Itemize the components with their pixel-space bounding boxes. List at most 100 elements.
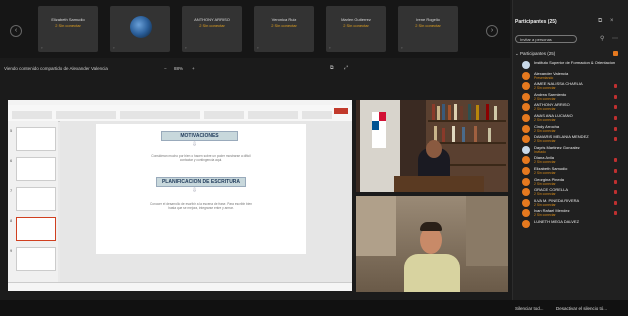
mic-off-icon: ▫	[329, 45, 331, 50]
zoom-in-icon[interactable]: +	[192, 66, 195, 71]
participants-section-header[interactable]: ⌄ Participantes (25)	[515, 51, 555, 57]
slide-thumbnail-selected[interactable]: 8	[10, 217, 56, 241]
mic-off-icon	[614, 211, 617, 216]
share-button[interactable]	[334, 108, 348, 114]
list-item[interactable]: ANAS ANA LUCIANO 2 Sin conectar	[515, 113, 623, 124]
list-item[interactable]: Georgina Pineda 2 Sin conectar	[515, 177, 623, 188]
list-item[interactable]: Instituto Superior de Formacion & Orient…	[515, 60, 623, 71]
tile-name: ANTHONY ARRISO	[194, 17, 230, 22]
ribbon-group	[302, 111, 332, 119]
tile-status: 2 Sin conectar	[343, 23, 369, 28]
video-presenter	[356, 100, 508, 192]
participant-tile[interactable]: ▫	[110, 6, 170, 52]
list-item[interactable]: AIMEE NALISSA CHARLIA 2 Sin conectar	[515, 81, 623, 92]
hand-raise-icon[interactable]	[613, 51, 618, 56]
list-item[interactable]: DAMARIS MELANIA MENDEZ 2 Sin conectar	[515, 134, 623, 145]
mic-off-icon	[614, 137, 617, 142]
share-invite-icon[interactable]: ⚲	[600, 35, 604, 42]
tile-status: 2 Sin conectar	[55, 23, 81, 28]
mic-off-icon: ▫	[257, 45, 259, 50]
avatar	[522, 145, 530, 154]
list-item[interactable]: Cindy Arrocha 2 Sin conectar	[515, 124, 623, 135]
list-item[interactable]: LUNETH MEGA DALVEZ	[515, 219, 623, 230]
panel-title: Participantes (25)	[515, 19, 557, 25]
pop-out-icon[interactable]: ⧉	[330, 65, 334, 71]
ribbon-group	[120, 111, 200, 119]
video-participant	[356, 196, 508, 292]
close-icon[interactable]: ×	[610, 18, 614, 24]
invite-input[interactable]: Invitar a personas	[515, 35, 577, 43]
slide-heading: MOTIVACIONES	[161, 131, 238, 141]
participant-tile[interactable]: ANTHONY ARRISO 2 Sin conectar ▫	[182, 6, 242, 52]
participant-tile[interactable]: Elizabeth Samudio 2 Sin conectar ▫	[38, 6, 98, 52]
slide-paragraph: Conocer el desarrollo de escribir a la e…	[149, 202, 253, 210]
avatar	[522, 219, 530, 228]
tile-name: Elizabeth Samudio	[51, 17, 85, 22]
mic-off-icon	[614, 126, 617, 131]
mute-all-button[interactable]: Silenciar tod...	[515, 306, 544, 311]
arrow-down-icon: ⇩	[192, 188, 198, 194]
tile-status: 2 Sin conectar	[271, 23, 297, 28]
share-label: Viendo contenido compartido de Alexander…	[4, 66, 108, 71]
avatar	[522, 71, 530, 80]
more-icon[interactable]: ⋯	[612, 35, 618, 42]
avatar	[522, 209, 530, 218]
tile-status: 2 Sin conectar	[415, 23, 441, 28]
chevron-left-icon[interactable]: ‹	[10, 25, 22, 37]
slide-heading: PLANIFICACION DE ESCRITURA	[156, 177, 246, 187]
avatar	[522, 82, 530, 91]
list-item[interactable]: Ivan Rafael Mendez 2 Sin conectar	[515, 208, 623, 219]
participant-tile[interactable]: Veronica Ruiz 2 Sin conectar ▫	[254, 6, 314, 52]
slide-paragraph: Consideran mucho por bien o hacen sobre …	[151, 154, 251, 162]
participant-list: Instituto Superior de Formacion & Orient…	[515, 60, 623, 230]
list-item[interactable]: GRACE CORELLA 2 Sin conectar	[515, 187, 623, 198]
mic-off-icon: ▫	[185, 45, 187, 50]
slide-thumbnail[interactable]: 6	[10, 157, 56, 181]
mic-off-icon	[614, 190, 617, 195]
tile-name: Veronica Ruiz	[271, 17, 297, 22]
list-item[interactable]: Alexander Valencia Presentando	[515, 71, 623, 82]
shared-presentation: 5 6 7 8 9 MOTIVACIONES ⇩ Consideran much…	[8, 100, 352, 291]
list-item[interactable]: ANTHONY ARRISO 2 Sin conectar	[515, 102, 623, 113]
ribbon-group	[56, 111, 116, 119]
slide-thumbnail[interactable]: 7	[10, 187, 56, 211]
mic-off-icon	[614, 115, 617, 120]
list-item[interactable]: Elizabeth Samudio 2 Sin conectar	[515, 166, 623, 177]
mic-off-icon: ▫	[113, 45, 115, 50]
avatar	[522, 156, 530, 165]
avatar	[522, 61, 530, 69]
participant-tile[interactable]: Marlen Gutierrez 2 Sin conectar ▫	[326, 6, 386, 52]
chevron-right-icon[interactable]: ›	[486, 25, 498, 37]
flag-icon	[372, 112, 386, 148]
ribbon-group	[12, 111, 52, 119]
more-options-icon[interactable]: ⧉	[598, 18, 602, 25]
list-item[interactable]: Diana Avila 2 Sin conectar	[515, 155, 623, 166]
avatar	[522, 124, 530, 133]
current-slide: MOTIVACIONES ⇩ Consideran mucho por bien…	[96, 124, 306, 254]
fullscreen-icon[interactable]: ⤢	[344, 65, 348, 71]
globe-avatar-icon	[130, 16, 152, 38]
mic-off-icon	[614, 94, 617, 99]
avatar	[522, 177, 530, 186]
mic-off-icon	[614, 200, 617, 205]
avatar	[522, 103, 530, 112]
avatar	[522, 113, 530, 122]
zoom-out-icon[interactable]: −	[164, 66, 167, 71]
list-item[interactable]: Dayris Martinez Gonzalez Invitado	[515, 145, 623, 156]
tile-status: 2 Sin conectar	[199, 23, 225, 28]
zoom-level: 88%	[174, 66, 184, 71]
arrow-down-icon: ⇩	[192, 142, 198, 148]
list-item[interactable]: ILVA M. PINEDA RIVERA 2 Sin conectar	[515, 198, 623, 209]
mic-off-icon	[614, 158, 617, 163]
list-item[interactable]: Andrea Sarmiento 2 Sin conectar	[515, 92, 623, 103]
unmute-all-button[interactable]: Desactivar el silencio tó...	[556, 306, 607, 311]
slide-thumbnail[interactable]: 5	[10, 127, 56, 151]
avatar	[522, 188, 530, 197]
slide-thumbnail[interactable]: 9	[10, 247, 56, 271]
ribbon-group	[248, 111, 298, 119]
tile-name: Irene Rogelio	[416, 17, 440, 22]
avatar	[522, 198, 530, 207]
participant-tile[interactable]: Irene Rogelio 2 Sin conectar ▫	[398, 6, 458, 52]
mic-off-icon	[614, 179, 617, 184]
ppt-ribbon	[8, 105, 352, 122]
